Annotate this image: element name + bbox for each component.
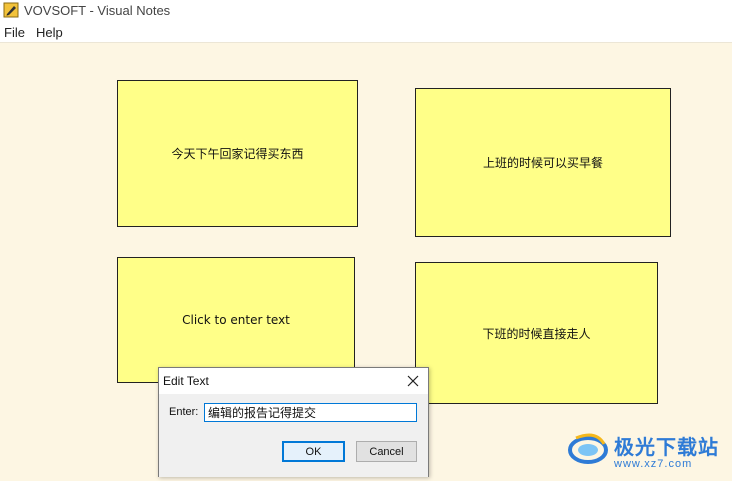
note-text: 上班的时候可以买早餐 (482, 156, 603, 170)
cancel-button[interactable]: Cancel (356, 441, 417, 462)
note-4[interactable]: 下班的时候直接走人 (415, 262, 658, 404)
enter-label: Enter: (169, 406, 199, 418)
dialog-title: Edit Text (163, 374, 209, 388)
dialog-body: Enter: OK Cancel (159, 394, 428, 477)
note-2[interactable]: 上班的时候可以买早餐 (415, 88, 671, 237)
swirl-logo-icon (566, 428, 610, 472)
close-icon[interactable] (406, 373, 420, 387)
menu-bar: File Help (0, 22, 732, 42)
pencil-notes-icon (3, 2, 19, 18)
note-text: 今天下午回家记得买东西 (171, 147, 304, 161)
watermark-logo: 极光下载站 www.xz7.com (566, 424, 726, 476)
window-titlebar: VOVSOFT - Visual Notes (0, 0, 732, 20)
note-3[interactable]: Click to enter text (117, 257, 355, 383)
watermark-text: 极光下载站 www.xz7.com (614, 431, 719, 470)
watermark-brand: 极光下载站 (614, 434, 719, 459)
window-title: VOVSOFT - Visual Notes (24, 2, 171, 18)
menu-help[interactable]: Help (32, 25, 70, 40)
ok-button[interactable]: OK (282, 441, 345, 462)
note-text: Click to enter text (182, 313, 290, 327)
note-text: 下班的时候直接走人 (482, 326, 591, 341)
enter-text-input[interactable] (204, 403, 417, 422)
edit-text-dialog: Edit Text Enter: OK Cancel (158, 367, 429, 477)
dialog-titlebar[interactable]: Edit Text (159, 368, 428, 394)
menu-file[interactable]: File (0, 25, 32, 40)
note-1[interactable]: 今天下午回家记得买东西 (117, 80, 358, 227)
watermark-url: www.xz7.com (614, 457, 693, 470)
